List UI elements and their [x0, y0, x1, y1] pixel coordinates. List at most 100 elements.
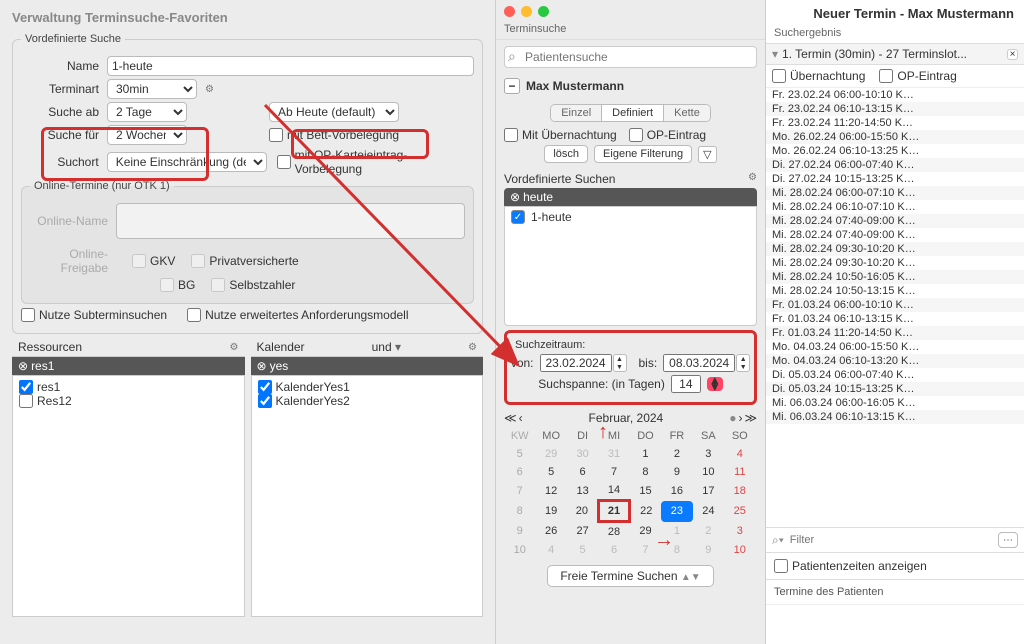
- ope-checkbox[interactable]: OP-Eintrag: [879, 69, 956, 83]
- bg-checkbox[interactable]: BG: [160, 278, 195, 292]
- cal-prev-month-icon[interactable]: ‹: [519, 411, 523, 425]
- seg-kette[interactable]: Kette: [664, 105, 710, 121]
- pane-title: Verwaltung Terminsuche-Favoriten: [12, 8, 483, 29]
- seg-definiert[interactable]: Definiert: [602, 105, 664, 121]
- subtermin-checkbox[interactable]: Nutze Subterminsuchen: [21, 308, 167, 322]
- chevron-down-icon[interactable]: ▾: [772, 47, 778, 61]
- result-row[interactable]: Fr. 23.02.24 06:10-13:15 K…: [766, 102, 1024, 116]
- maximize-window[interactable]: [538, 6, 549, 17]
- result-row[interactable]: Mi. 28.02.24 10:50-16:05 K…: [766, 270, 1024, 284]
- op-checkbox[interactable]: mit OP-Karteieintrag-Vorbelegung: [277, 148, 474, 176]
- op-eintrag-checkbox[interactable]: OP-Eintrag: [629, 128, 706, 142]
- minimize-window[interactable]: [521, 6, 532, 17]
- close-icon[interactable]: ⊗: [510, 190, 520, 204]
- result-row[interactable]: Mo. 26.02.24 06:00-15:50 K…: [766, 130, 1024, 144]
- filter-icon[interactable]: ▽: [698, 146, 716, 163]
- result-row[interactable]: Di. 27.02.24 06:00-07:40 K…: [766, 158, 1024, 172]
- right-sub: Suchergebnis: [766, 27, 1024, 44]
- termine-pat-body: [766, 604, 1024, 644]
- result-row[interactable]: Mi. 28.02.24 06:00-07:10 K…: [766, 186, 1024, 200]
- vordef-dark: ⊗heute: [504, 188, 757, 206]
- result-header[interactable]: ▾ 1. Termin (30min) - 27 Terminslot... ×: [766, 44, 1024, 65]
- gkv-checkbox[interactable]: GKV: [132, 254, 175, 268]
- search-icon: ⌕▾: [772, 533, 784, 548]
- terminart-label: Terminart: [21, 82, 99, 96]
- suchefuer-select[interactable]: 2 Wochen: [107, 125, 187, 145]
- name-label: Name: [21, 59, 99, 73]
- remove-patient-button[interactable]: −: [504, 78, 520, 94]
- result-row[interactable]: Mi. 28.02.24 09:30-10:20 K…: [766, 242, 1024, 256]
- mode-segment[interactable]: Einzel Definiert Kette: [550, 104, 711, 122]
- gear-icon[interactable]: ⚙: [468, 342, 477, 353]
- spanne-input[interactable]: [671, 375, 701, 393]
- result-row[interactable]: Fr. 01.03.24 06:00-10:10 K…: [766, 298, 1024, 312]
- gear-icon[interactable]: ⚙: [748, 172, 757, 186]
- eigfilter-button[interactable]: Eigene Filterung: [594, 145, 692, 163]
- vordef-header: Vordefinierte Suchen: [504, 172, 615, 186]
- window-controls: [496, 0, 765, 23]
- loesch-button[interactable]: lösch: [544, 145, 588, 163]
- result-list[interactable]: Fr. 23.02.24 06:00-10:10 K…Fr. 23.02.24 …: [766, 88, 1024, 527]
- close-icon[interactable]: ⊗: [257, 359, 267, 373]
- close-icon[interactable]: ×: [1007, 49, 1018, 60]
- result-row[interactable]: Mi. 28.02.24 06:10-07:10 K…: [766, 200, 1024, 214]
- gear-icon[interactable]: ⚙: [205, 84, 214, 95]
- result-row[interactable]: Fr. 01.03.24 06:10-13:15 K…: [766, 312, 1024, 326]
- gear-icon[interactable]: ⚙: [230, 342, 239, 353]
- result-row[interactable]: Fr. 23.02.24 11:20-14:50 K…: [766, 116, 1024, 130]
- options-button[interactable]: ⋯: [998, 532, 1018, 548]
- bis-input[interactable]: [663, 354, 735, 372]
- result-row[interactable]: Di. 05.03.24 06:00-07:40 K…: [766, 368, 1024, 382]
- cal-next-month-icon[interactable]: ›: [738, 411, 742, 425]
- calendar-table[interactable]: KWMODIMIDOFRSASO 52930311234656789101171…: [504, 427, 757, 559]
- abheute-select[interactable]: Ab Heute (default): [269, 102, 399, 122]
- calendar: ≪ ‹ Februar, 2024 ● › ≫ KWMODIMIDOFRSASO…: [504, 409, 757, 559]
- res-item[interactable]: res1: [19, 380, 238, 394]
- filter-input[interactable]: [788, 532, 994, 548]
- cal-next-year-icon[interactable]: ≫: [744, 411, 757, 425]
- selbst-checkbox[interactable]: Selbstzahler: [211, 278, 295, 292]
- close-window[interactable]: [504, 6, 515, 17]
- patient-search-input[interactable]: [504, 46, 757, 68]
- result-row[interactable]: Fr. 01.03.24 11:20-14:50 K…: [766, 326, 1024, 340]
- result-row[interactable]: Fr. 23.02.24 06:00-10:10 K…: [766, 88, 1024, 102]
- suchort-select[interactable]: Keine Einschränkung (default): [107, 152, 267, 172]
- online-name-input[interactable]: [116, 203, 465, 239]
- spanne-stepper[interactable]: ▲▼: [707, 377, 723, 391]
- mit-ueber-checkbox[interactable]: Mit Übernachtung: [504, 128, 617, 142]
- result-row[interactable]: Mi. 06.03.24 06:10-13:15 K…: [766, 410, 1024, 424]
- kal-item[interactable]: KalenderYes2: [258, 394, 477, 408]
- result-row[interactable]: Di. 27.02.24 10:15-13:25 K…: [766, 172, 1024, 186]
- res-dark-bar: ⊗res1: [12, 357, 245, 375]
- kal-dark-bar: ⊗yes: [251, 357, 484, 375]
- favorites-pane: Verwaltung Terminsuche-Favoriten Vordefi…: [0, 0, 496, 644]
- patzeiten-checkbox[interactable]: Patientenzeiten anzeigen: [774, 559, 1016, 573]
- result-row[interactable]: Mi. 28.02.24 10:50-13:15 K…: [766, 284, 1024, 298]
- result-row[interactable]: Mi. 28.02.24 07:40-09:00 K…: [766, 214, 1024, 228]
- check-icon: ✓: [511, 210, 525, 224]
- result-row[interactable]: Di. 05.03.24 10:15-13:25 K…: [766, 382, 1024, 396]
- ueber-checkbox[interactable]: Übernachtung: [772, 69, 865, 83]
- suchen-button[interactable]: Freie Termine Suchen ▲▼: [547, 565, 713, 587]
- result-row[interactable]: Mi. 28.02.24 09:30-10:20 K…: [766, 256, 1024, 270]
- close-icon[interactable]: ⊗: [18, 359, 28, 373]
- seg-einzel[interactable]: Einzel: [551, 105, 602, 121]
- mid-title: Terminsuche: [496, 23, 765, 40]
- online-group: Online-Termine (nur OTK 1) Online-Name O…: [21, 180, 474, 304]
- von-input[interactable]: [540, 354, 612, 372]
- result-row[interactable]: Mo. 04.03.24 06:10-13:20 K…: [766, 354, 1024, 368]
- terminart-select[interactable]: 30min: [107, 79, 197, 99]
- result-row[interactable]: Mo. 26.02.24 06:10-13:25 K…: [766, 144, 1024, 158]
- privat-checkbox[interactable]: Privatversicherte: [191, 254, 298, 268]
- kal-item[interactable]: KalenderYes1: [258, 380, 477, 394]
- result-row[interactable]: Mo. 04.03.24 06:00-15:50 K…: [766, 340, 1024, 354]
- res-item[interactable]: Res12: [19, 394, 238, 408]
- name-input[interactable]: [107, 56, 474, 76]
- cal-prev-year-icon[interactable]: ≪: [504, 411, 517, 425]
- vordef-item[interactable]: ✓ 1-heute: [505, 207, 756, 227]
- result-row[interactable]: Mi. 06.03.24 06:00-16:05 K…: [766, 396, 1024, 410]
- result-row[interactable]: Mi. 28.02.24 07:40-09:00 K…: [766, 228, 1024, 242]
- bett-checkbox[interactable]: mit Bett-Vorbelegung: [269, 128, 399, 142]
- sucheab-select[interactable]: 2 Tage: [107, 102, 187, 122]
- erwmodell-checkbox[interactable]: Nutze erweitertes Anforderungsmodell: [187, 308, 408, 322]
